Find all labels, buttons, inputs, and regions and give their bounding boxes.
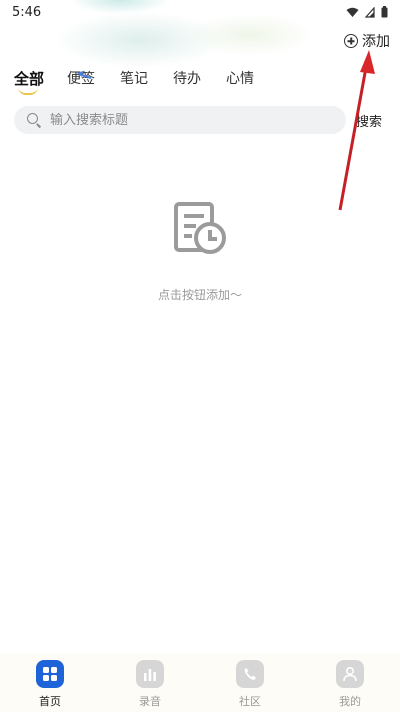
nav-item-home[interactable]: 首页 [0, 653, 100, 712]
signal-icon [365, 6, 375, 18]
tab-todo[interactable]: 待办 [173, 68, 226, 92]
search-box[interactable] [14, 106, 346, 134]
bar-chart-icon [136, 660, 164, 688]
add-button-label: 添加 [362, 34, 390, 50]
tab-mood[interactable]: 心情 [226, 68, 279, 92]
person-icon [336, 660, 364, 688]
nav-item-profile[interactable]: 我的 [300, 653, 400, 712]
bottom-nav: 首页 录音 社区 我的 [0, 653, 400, 712]
tab-label: 笔记 [120, 71, 148, 87]
empty-state-message: 点击按钮添加～ [157, 288, 242, 302]
tab-label: 待办 [173, 71, 201, 87]
nav-label: 我的 [339, 695, 361, 708]
search-button[interactable]: 搜索 [356, 111, 382, 130]
tab-label: 全部 [14, 70, 45, 88]
nav-item-community[interactable]: 社区 [200, 653, 300, 712]
tab-all[interactable]: 全部 [14, 68, 67, 95]
battery-icon [381, 6, 388, 18]
empty-state: 点击按钮添加～ [0, 200, 400, 303]
add-button[interactable]: 添加 [344, 30, 390, 52]
tab-notes[interactable]: 笔记 [120, 68, 173, 92]
status-icons [346, 6, 388, 18]
grid-icon [36, 660, 64, 688]
tab-memo[interactable]: 便签 [67, 68, 120, 92]
status-time: 5:46 [12, 4, 42, 20]
tab-label: 心情 [226, 71, 254, 87]
status-bar: 5:46 [0, 0, 400, 24]
blue-arrow-marker-icon [77, 71, 92, 79]
document-clock-icon [174, 202, 226, 254]
nav-label: 社区 [239, 695, 261, 708]
category-tabs: 全部 便签 笔记 待办 心情 [14, 68, 279, 95]
tab-active-indicator [18, 87, 38, 95]
phone-icon [236, 660, 264, 688]
add-circle-icon [344, 34, 358, 48]
search-row: 搜索 [14, 106, 386, 134]
wifi-icon [346, 7, 359, 17]
search-input[interactable] [48, 111, 332, 129]
nav-item-recording[interactable]: 录音 [100, 653, 200, 712]
nav-label: 首页 [39, 695, 61, 708]
nav-label: 录音 [139, 695, 161, 708]
search-icon [26, 112, 42, 128]
